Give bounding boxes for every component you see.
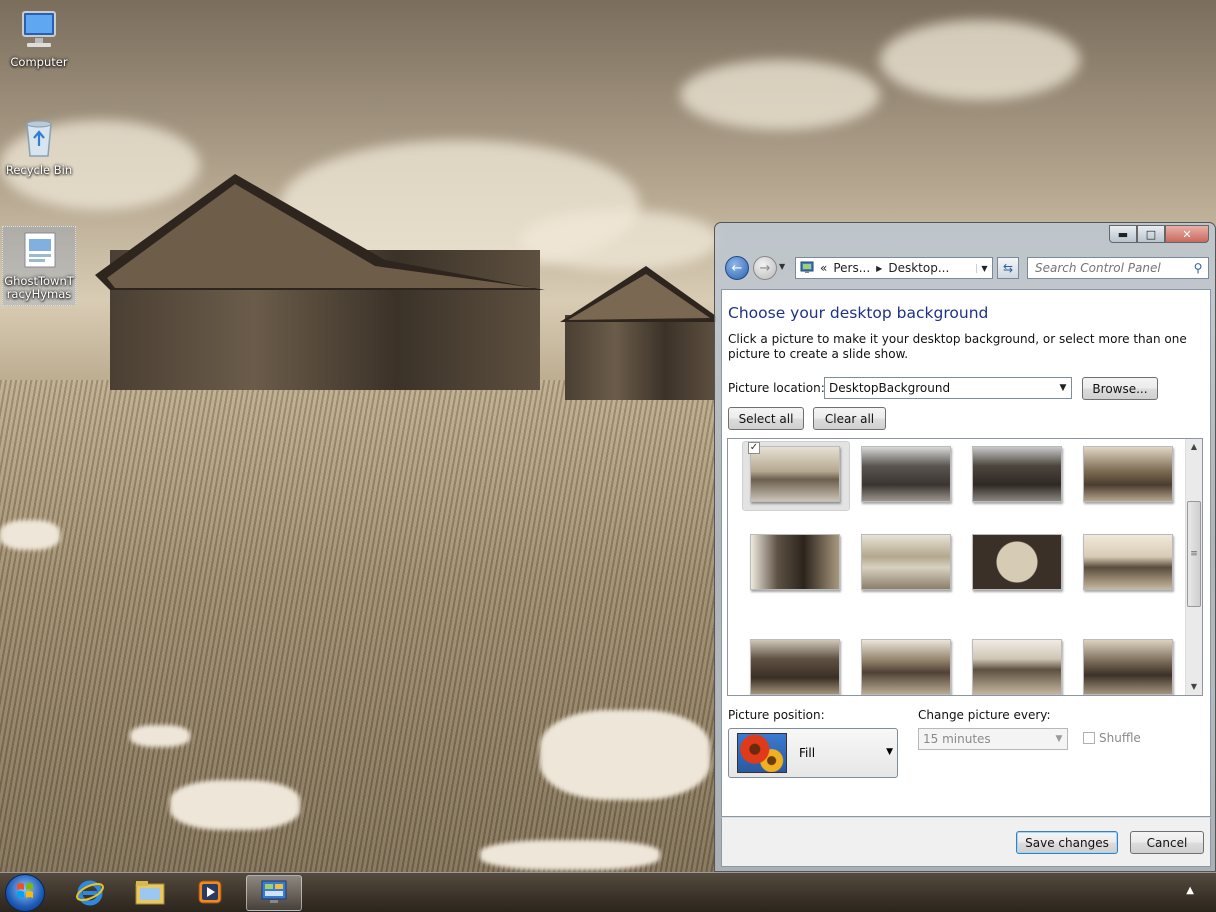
thumbnail-3[interactable] — [972, 446, 1062, 502]
taskbar: ▲ — [0, 872, 1216, 912]
windows-logo-icon — [15, 881, 35, 905]
scrollbar-thumb[interactable]: ≡ — [1187, 501, 1201, 607]
minimize-icon: ▬ — [1117, 227, 1129, 241]
computer-label: Computer — [10, 55, 68, 69]
folder-icon — [134, 878, 166, 909]
thumbnail-8[interactable] — [1083, 534, 1173, 590]
breadcrumb-overflow[interactable]: « — [820, 261, 827, 275]
refresh-icon: ⇆ — [1002, 261, 1014, 275]
close-button[interactable]: ✕ — [1165, 225, 1209, 243]
desktop-icon-theme-file[interactable]: GhostTownTracyHymas — [2, 226, 76, 306]
thumbnail-5[interactable] — [750, 534, 840, 590]
forward-arrow-icon: → — [759, 260, 771, 276]
scroll-down-icon[interactable]: ▼ — [1186, 679, 1202, 695]
minimize-button[interactable]: ▬ — [1109, 225, 1137, 243]
internet-explorer-icon — [75, 877, 105, 910]
taskbar-internet-explorer[interactable] — [62, 875, 118, 911]
page-description: Click a picture to make it your desktop … — [728, 332, 1187, 361]
close-icon: ✕ — [1182, 227, 1192, 241]
navigation-bar: ← → ▼ « Pers... ▶ Desktop... ▼ ⇆ ⚲ — [723, 255, 1209, 281]
recent-pages-dropdown[interactable]: ▼ — [779, 262, 785, 271]
desktop-icon-computer[interactable]: Computer — [2, 8, 76, 69]
maximize-icon: □ — [1145, 227, 1157, 241]
thumbnail-11[interactable] — [972, 639, 1062, 695]
taskbar-windows-explorer[interactable] — [122, 875, 178, 911]
picture-position-value: Fill — [799, 746, 816, 760]
content-pane: Choose your desktop background Click a p… — [721, 289, 1211, 817]
picture-position-select[interactable]: Fill ▼ — [728, 728, 898, 778]
thumbnail-6[interactable] — [861, 534, 951, 590]
background-gallery: ✓ ▲ ≡ ▼ — [727, 438, 1203, 696]
select-all-button[interactable]: Select all — [728, 407, 804, 430]
picture-location-select[interactable]: DesktopBackground ▼ — [824, 377, 1072, 399]
chevron-down-icon: ▼ — [886, 747, 893, 757]
change-picture-label: Change picture every: — [918, 708, 1051, 722]
start-button[interactable] — [5, 874, 45, 912]
thumbnail-2[interactable] — [861, 446, 951, 502]
page-title: Choose your desktop background — [728, 304, 989, 322]
change-picture-select[interactable]: 15 minutes ▼ — [918, 728, 1068, 750]
flower-preview-icon — [737, 733, 787, 773]
scroll-up-icon[interactable]: ▲ — [1186, 439, 1202, 455]
address-dropdown-icon[interactable]: ▼ — [976, 263, 992, 273]
breadcrumb-desktop-background[interactable]: Desktop... — [888, 261, 949, 275]
thumbnail-9[interactable] — [750, 639, 840, 695]
back-arrow-icon: ← — [731, 260, 743, 276]
chevron-down-icon: ▼ — [1055, 734, 1063, 744]
cancel-button[interactable]: Cancel — [1130, 831, 1204, 854]
back-button[interactable]: ← — [725, 256, 749, 280]
browse-button[interactable]: Browse... — [1082, 377, 1158, 400]
search-input[interactable] — [1035, 261, 1188, 275]
maximize-button[interactable]: □ — [1137, 225, 1165, 243]
thumbnail-1-checkbox[interactable]: ✓ — [748, 442, 760, 454]
shuffle-checkbox[interactable] — [1083, 732, 1095, 744]
picture-position-label: Picture position: — [728, 708, 825, 722]
taskbar-control-panel[interactable] — [246, 875, 302, 911]
address-bar[interactable]: « Pers... ▶ Desktop... ▼ — [795, 257, 993, 279]
search-box[interactable]: ⚲ — [1027, 257, 1209, 279]
thumbnail-10[interactable] — [861, 639, 951, 695]
clear-all-button[interactable]: Clear all — [813, 407, 886, 430]
recycle-bin-icon — [17, 116, 61, 160]
save-changes-button[interactable]: Save changes — [1016, 831, 1118, 854]
control-panel-icon — [800, 260, 814, 277]
breadcrumb-personalization[interactable]: Pers... — [833, 261, 870, 275]
shuffle-label: Shuffle — [1099, 731, 1141, 745]
caption-buttons: ▬ □ ✕ — [1109, 225, 1209, 243]
computer-icon — [17, 8, 61, 52]
thumbnail-1[interactable] — [750, 446, 840, 502]
recycle-bin-label: Recycle Bin — [5, 163, 73, 177]
thumbnail-7[interactable] — [972, 534, 1062, 590]
forward-button[interactable]: → — [753, 256, 777, 280]
taskbar-media-player[interactable] — [182, 875, 238, 911]
gallery-scrollbar[interactable]: ▲ ≡ ▼ — [1185, 439, 1202, 695]
thumbnail-12[interactable] — [1083, 639, 1173, 695]
desktop-icon-recycle-bin[interactable]: Recycle Bin — [2, 116, 76, 177]
refresh-button[interactable]: ⇆ — [997, 257, 1019, 279]
thumbnail-4[interactable] — [1083, 446, 1173, 502]
breadcrumb-separator-icon[interactable]: ▶ — [876, 264, 882, 273]
show-hidden-icons-icon[interactable]: ▲ — [1186, 885, 1194, 896]
search-icon[interactable]: ⚲ — [1188, 261, 1208, 275]
change-picture-value: 15 minutes — [923, 732, 991, 746]
picture-location-label: Picture location: — [728, 381, 825, 395]
dialog-button-bar: Save changes Cancel — [721, 817, 1211, 867]
theme-file-label: GhostTownTracyHymas — [4, 274, 74, 301]
picture-location-value: DesktopBackground — [829, 381, 951, 395]
theme-file-icon — [17, 227, 61, 271]
chevron-down-icon: ▼ — [1059, 383, 1067, 393]
media-player-icon — [196, 878, 224, 909]
personalization-window: ▬ □ ✕ ← → ▼ « Pers... ▶ Desktop... ▼ ⇆ ⚲… — [714, 222, 1216, 872]
control-panel-icon — [259, 878, 289, 909]
